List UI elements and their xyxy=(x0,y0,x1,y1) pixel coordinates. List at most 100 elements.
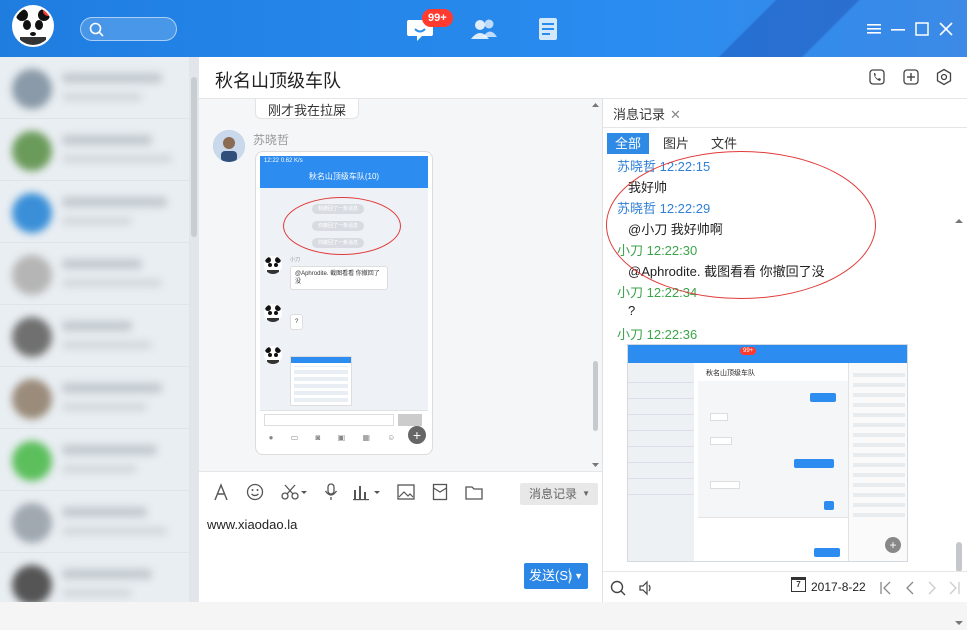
font-icon[interactable] xyxy=(211,482,231,502)
message-history-button[interactable]: 消息记录 ▼ xyxy=(520,483,598,505)
phone-title: 秋名山顶级车队(10) xyxy=(260,166,428,188)
image-message[interactable]: 12:22 0.62 K/s 秋名山顶级车队(10) 我撤回了一条消息 你撤回了… xyxy=(255,151,433,455)
close-icon[interactable]: ✕ xyxy=(670,107,681,122)
chat-scrollbar[interactable] xyxy=(591,99,600,471)
zoom-icon[interactable]: + xyxy=(885,537,901,553)
list-item[interactable] xyxy=(0,119,199,181)
search-box[interactable] xyxy=(80,17,177,41)
recall-notice: 你撤回了一条消息 xyxy=(312,221,365,231)
phone-image-thumbnail xyxy=(290,356,352,406)
send-divider xyxy=(569,568,570,584)
recall-notice: 我撤回了一条消息 xyxy=(312,204,365,214)
tab-message-history[interactable]: 消息记录 ✕ xyxy=(607,103,687,127)
avatar xyxy=(12,193,52,233)
speaker-icon[interactable] xyxy=(637,579,655,597)
avatar xyxy=(12,441,52,481)
list-item[interactable] xyxy=(0,57,199,119)
history-message-header: 小刀 12:22:36 xyxy=(617,327,698,342)
list-item[interactable] xyxy=(0,181,199,243)
avatar xyxy=(12,131,52,171)
divider xyxy=(603,127,967,128)
list-scrollbar[interactable] xyxy=(189,57,199,602)
avatar[interactable] xyxy=(213,130,245,162)
phone-sender: 小刀 xyxy=(290,257,301,263)
blurred-line xyxy=(62,589,132,597)
blurred-line xyxy=(62,569,152,579)
history-image-thumbnail[interactable]: 99+ 秋名山顶级车队 + xyxy=(627,344,908,562)
message-bubble: 刚才我在拉屎 xyxy=(255,99,360,119)
close-icon[interactable] xyxy=(934,20,958,38)
prev-page-icon[interactable] xyxy=(901,579,919,597)
panda-avatar-icon xyxy=(264,304,282,322)
history-scrollbar[interactable] xyxy=(953,217,965,627)
history-message-text: ? xyxy=(628,303,636,318)
nav-apps[interactable] xyxy=(533,15,563,43)
phone-bubble: @Aphrodite. 截图看看 你撤回了没 xyxy=(290,266,388,290)
mic-icon[interactable] xyxy=(321,482,341,502)
phone-call-icon[interactable] xyxy=(867,67,887,87)
history-message-header: 苏晓哲 12:22:15 xyxy=(617,159,711,174)
thumb-title: 秋名山顶级车队 xyxy=(706,370,755,377)
image-icon: ▭ xyxy=(290,433,299,442)
history-footer: 7 2017-8-22 xyxy=(603,571,967,602)
nav-contacts[interactable] xyxy=(469,15,499,43)
blurred-line xyxy=(62,155,172,163)
tab-label: 消息记录 xyxy=(613,107,666,122)
avatar xyxy=(12,379,52,419)
first-page-icon[interactable] xyxy=(877,579,895,597)
contacts-icon xyxy=(471,19,497,39)
thumb-member-list xyxy=(848,363,907,561)
blurred-line xyxy=(62,197,167,207)
phone-status-bar: 12:22 0.62 K/s xyxy=(260,156,428,166)
red-packet-icon[interactable] xyxy=(430,482,450,502)
image-icon[interactable] xyxy=(396,482,416,502)
list-item[interactable] xyxy=(0,491,199,553)
send-button[interactable]: 发送(S) ▼ xyxy=(524,563,588,589)
blurred-line xyxy=(62,341,152,349)
phone-status-time: 12:22 xyxy=(264,158,280,164)
blurred-line xyxy=(62,507,147,517)
list-item[interactable] xyxy=(0,553,199,602)
history-message-text: @小刀 我好帅啊 xyxy=(628,222,723,237)
phone-bubble: ? xyxy=(290,314,304,330)
unread-badge: 99+ xyxy=(422,9,453,27)
list-item[interactable] xyxy=(0,429,199,491)
settings-icon[interactable] xyxy=(934,67,954,87)
screenshot-scissors-icon[interactable] xyxy=(279,482,309,502)
thumb-input xyxy=(698,517,848,561)
list-item[interactable] xyxy=(0,305,199,367)
folder-icon[interactable] xyxy=(464,482,484,502)
blurred-line xyxy=(62,217,132,225)
search-icon[interactable] xyxy=(609,579,627,597)
phone-status-speed: 0.62 K/s xyxy=(280,158,303,164)
mic-icon: ● xyxy=(268,433,274,442)
menu-icon[interactable] xyxy=(862,20,886,38)
filter-images[interactable]: 图片 xyxy=(655,133,697,154)
calendar-icon[interactable]: 7 xyxy=(791,577,806,592)
phone-screenshot: 12:22 0.62 K/s 秋名山顶级车队(10) 我撤回了一条消息 你撤回了… xyxy=(260,156,428,450)
last-page-icon[interactable] xyxy=(945,579,963,597)
chevron-down-icon[interactable]: ▼ xyxy=(574,563,583,589)
emoji-icon[interactable] xyxy=(245,482,265,502)
gift-icon: ▣ xyxy=(337,433,346,442)
next-page-icon[interactable] xyxy=(923,579,941,597)
emoji-icon: ☺ xyxy=(387,433,396,442)
person-photo-icon xyxy=(213,130,245,162)
message-area: 刚才我在拉屎 苏晓哲 12:22 0.62 K/s 秋名山顶级车队(10) 我撤… xyxy=(199,99,602,471)
thumb-badge: 99+ xyxy=(740,347,757,355)
thumb-list xyxy=(628,363,694,561)
list-item[interactable] xyxy=(0,243,199,305)
history-message-header: 小刀 12:22:30 xyxy=(617,243,698,258)
history-message-header: 苏晓哲 12:22:29 xyxy=(617,201,711,216)
maximize-icon[interactable] xyxy=(910,20,934,38)
zoom-icon[interactable]: + xyxy=(408,426,426,444)
add-member-icon[interactable] xyxy=(901,67,921,87)
chart-vote-icon[interactable] xyxy=(351,482,383,502)
filter-all[interactable]: 全部 xyxy=(607,133,650,154)
avatar xyxy=(12,503,52,543)
list-item[interactable] xyxy=(0,367,199,429)
minimize-icon[interactable] xyxy=(886,20,910,38)
user-avatar[interactable] xyxy=(12,5,54,47)
message-input[interactable]: www.xiaodao.la xyxy=(207,517,297,532)
filter-files[interactable]: 文件 xyxy=(703,133,745,154)
